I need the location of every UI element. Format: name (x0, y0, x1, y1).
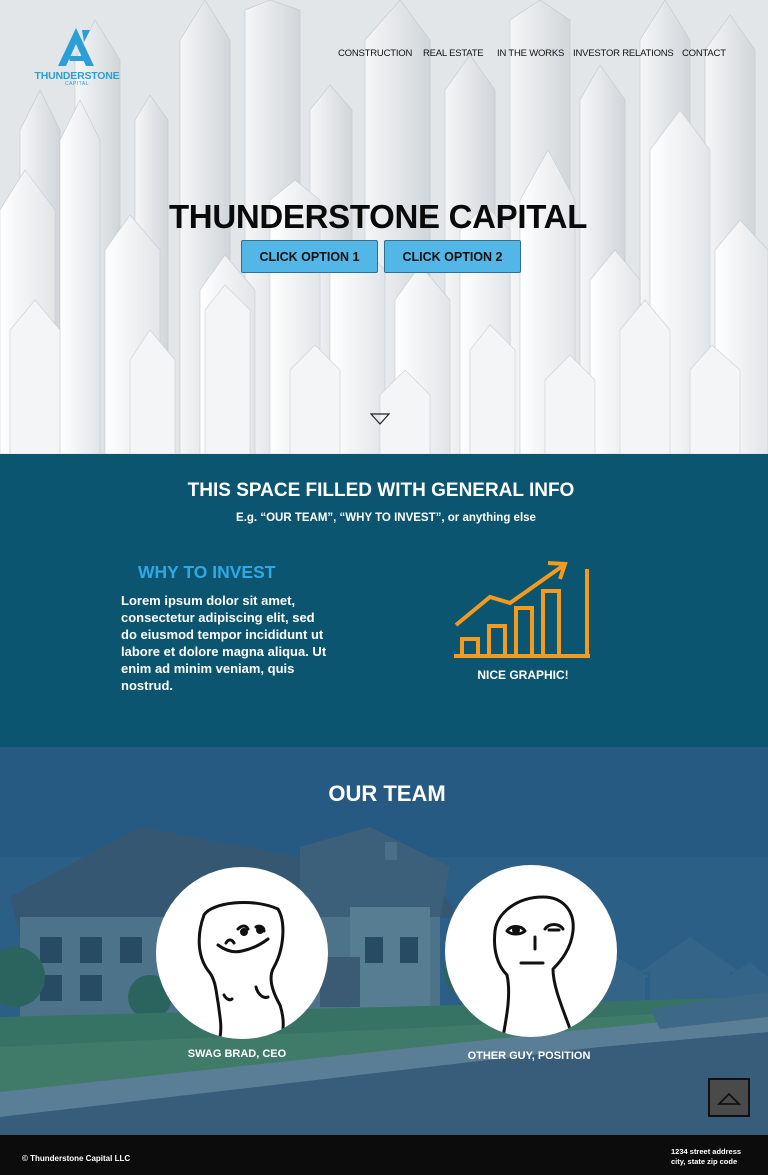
brand-sub: CAPITAL (65, 81, 89, 87)
option-2-button[interactable]: CLICK OPTION 2 (384, 240, 521, 273)
why-invest-heading: WHY TO INVEST (138, 562, 276, 582)
growth-chart-icon (454, 561, 590, 658)
hero-title: THUNDERSTONE CAPITAL (168, 198, 588, 235)
copyright-text: © Thunderstone Capital LLC (22, 1154, 131, 1163)
hero-section: THUNDERSTONE CAPITAL CONSTRUCTION REAL E… (0, 0, 768, 454)
footer-address: 1234 street address city, state zip code (671, 1147, 741, 1167)
address-line-1: 1234 street address (671, 1147, 742, 1156)
nav-item-real-estate[interactable]: REAL ESTATE (423, 48, 484, 59)
main-nav: CONSTRUCTION REAL ESTATE IN THE WORKS IN… (0, 48, 768, 62)
member-2-portrait-icon (493, 895, 575, 1037)
nav-item-contact[interactable]: CONTACT (682, 48, 726, 59)
back-to-top-button[interactable] (708, 1078, 750, 1117)
general-info-section: THIS SPACE FILLED WITH GENERAL INFO E.g.… (0, 454, 768, 747)
nav-item-investor-relations[interactable]: INVESTOR RELATIONS (573, 48, 674, 59)
info-subtitle: E.g. “OUR TEAM”, “WHY TO INVEST”, or any… (236, 512, 536, 524)
page-footer: © Thunderstone Capital LLC 1234 street a… (0, 1135, 768, 1175)
nav-item-in-the-works[interactable]: IN THE WORKS (497, 48, 564, 59)
our-team-section: OUR TEAM SWAG BRAD, CEO OTHER GUY, POSIT… (0, 747, 768, 1135)
graphic-label: NICE GRAPHIC! (477, 668, 569, 682)
chevron-down-icon[interactable] (370, 413, 390, 425)
address-line-2: city, state zip code (671, 1157, 738, 1166)
member-2-label: OTHER GUY, POSITION (467, 1050, 591, 1062)
option-1-button[interactable]: CLICK OPTION 1 (241, 240, 378, 273)
avatar (156, 867, 328, 1039)
member-1-label: SWAG BRAD, CEO (187, 1048, 287, 1060)
member-1-portrait-icon (197, 900, 285, 1039)
team-title: OUR TEAM (328, 781, 446, 806)
nav-item-construction[interactable]: CONSTRUCTION (338, 48, 412, 59)
chevron-up-icon (716, 1092, 742, 1105)
avatar (445, 865, 617, 1037)
info-title: THIS SPACE FILLED WITH GENERAL INFO (187, 480, 575, 501)
why-invest-body: Lorem ipsum dolor sit amet, consectetur … (121, 593, 327, 693)
